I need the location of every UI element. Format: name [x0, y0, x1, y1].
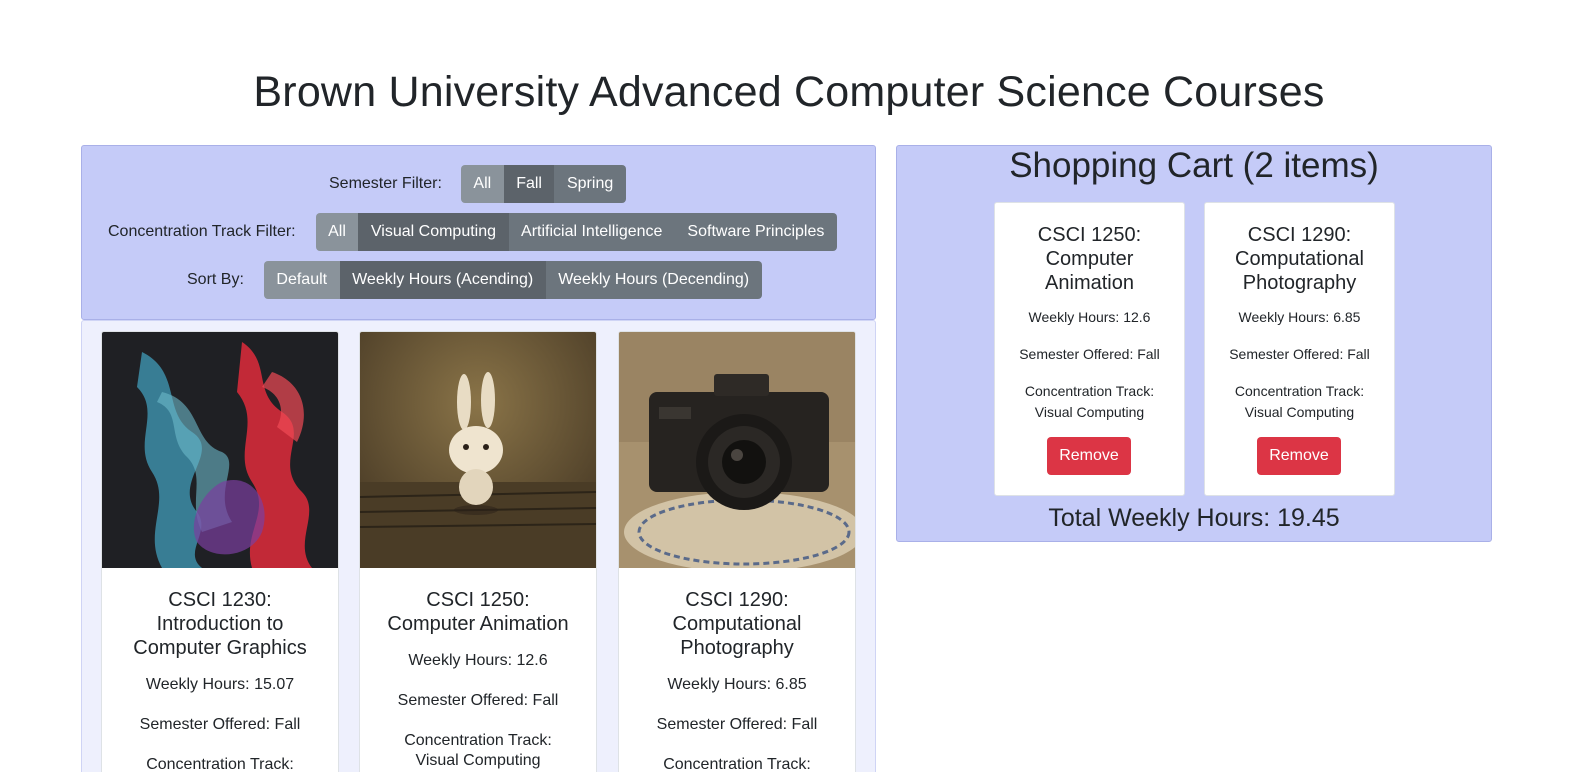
course-track: Concentration Track: Visual Computing — [404, 732, 552, 769]
course-card[interactable]: CSCI 1230: Introduction to Computer Grap… — [101, 331, 339, 772]
sort-label: Sort By: — [187, 271, 244, 288]
course-title: CSCI 1250: Computer Animation — [387, 589, 569, 635]
sort-option-hours-descending[interactable]: Weekly Hours (Decending) — [545, 261, 762, 299]
course-track: Concentration Track: — [146, 756, 294, 772]
course-semester: Semester Offered: Fall — [656, 716, 818, 733]
semester-option-fall[interactable]: Fall — [503, 165, 555, 203]
sort-option-default[interactable]: Default — [263, 261, 340, 299]
semester-filter-row: Semester Filter: All Fall Spring — [329, 165, 626, 203]
course-card[interactable]: CSCI 1290: Computational Photography Wee… — [618, 331, 856, 772]
remove-button[interactable]: Remove — [1047, 437, 1131, 475]
cart-title: Shopping Cart (2 items) — [1009, 146, 1379, 185]
course-semester: Semester Offered: Fall — [139, 716, 301, 733]
cart-item-title: CSCI 1250: Computer Animation — [1037, 224, 1142, 294]
semester-filter-group: All Fall Spring — [460, 165, 626, 203]
sort-option-hours-ascending[interactable]: Weekly Hours (Acending) — [339, 261, 546, 299]
page-title: Brown University Advanced Computer Scien… — [253, 68, 1325, 116]
track-option-all[interactable]: All — [315, 213, 359, 251]
track-option-visual-computing[interactable]: Visual Computing — [358, 213, 509, 251]
course-grid: CSCI 1230: Introduction to Computer Grap… — [81, 320, 876, 772]
sort-group: Default Weekly Hours (Acending) Weekly H… — [263, 261, 762, 299]
cart-item-semester: Semester Offered: Fall — [1229, 346, 1370, 362]
track-option-software-principles[interactable]: Software Principles — [674, 213, 837, 251]
course-card[interactable]: CSCI 1250: Computer Animation Weekly Hou… — [359, 331, 597, 772]
filter-panel: Semester Filter: All Fall Spring Concent… — [81, 145, 876, 320]
cart-item-weekly-hours: Weekly Hours: 12.6 — [1028, 309, 1151, 325]
cart-total-hours: Total Weekly Hours: 19.45 — [1048, 504, 1340, 532]
course-title: CSCI 1290: Computational Photography — [672, 589, 802, 659]
course-weekly-hours: Weekly Hours: 12.6 — [408, 652, 548, 669]
cart-item-track: Concentration Track: Visual Computing — [1024, 383, 1155, 420]
cart-item: CSCI 1250: Computer Animation Weekly Hou… — [994, 202, 1185, 496]
track-filter-row: Concentration Track Filter: All Visual C… — [108, 213, 837, 251]
semester-option-all[interactable]: All — [460, 165, 504, 203]
course-semester: Semester Offered: Fall — [397, 692, 559, 709]
cart-item-semester: Semester Offered: Fall — [1019, 346, 1160, 362]
course-track: Concentration Track: — [663, 756, 811, 772]
course-title: CSCI 1230: Introduction to Computer Grap… — [133, 589, 307, 659]
sort-row: Sort By: Default Weekly Hours (Acending)… — [187, 261, 762, 299]
cart-item: CSCI 1290: Computational Photography Wee… — [1204, 202, 1395, 496]
cart-item-track: Concentration Track: Visual Computing — [1234, 383, 1365, 420]
remove-button[interactable]: Remove — [1257, 437, 1341, 475]
cart-item-weekly-hours: Weekly Hours: 6.85 — [1238, 309, 1361, 325]
bunny-figure-image — [360, 332, 596, 568]
course-weekly-hours: Weekly Hours: 6.85 — [667, 676, 807, 693]
semester-filter-label: Semester Filter: — [329, 175, 442, 192]
semester-option-spring[interactable]: Spring — [554, 165, 626, 203]
track-option-artificial-intelligence[interactable]: Artificial Intelligence — [508, 213, 675, 251]
track-filter-label: Concentration Track Filter: — [108, 223, 296, 240]
camera-image — [619, 332, 855, 568]
shopping-cart: Shopping Cart (2 items) CSCI 1250: Compu… — [896, 145, 1492, 542]
colored-smoke-image — [102, 332, 338, 568]
track-filter-group: All Visual Computing Artificial Intellig… — [315, 213, 837, 251]
cart-item-title: CSCI 1290: Computational Photography — [1235, 224, 1364, 294]
course-weekly-hours: Weekly Hours: 15.07 — [145, 676, 295, 693]
